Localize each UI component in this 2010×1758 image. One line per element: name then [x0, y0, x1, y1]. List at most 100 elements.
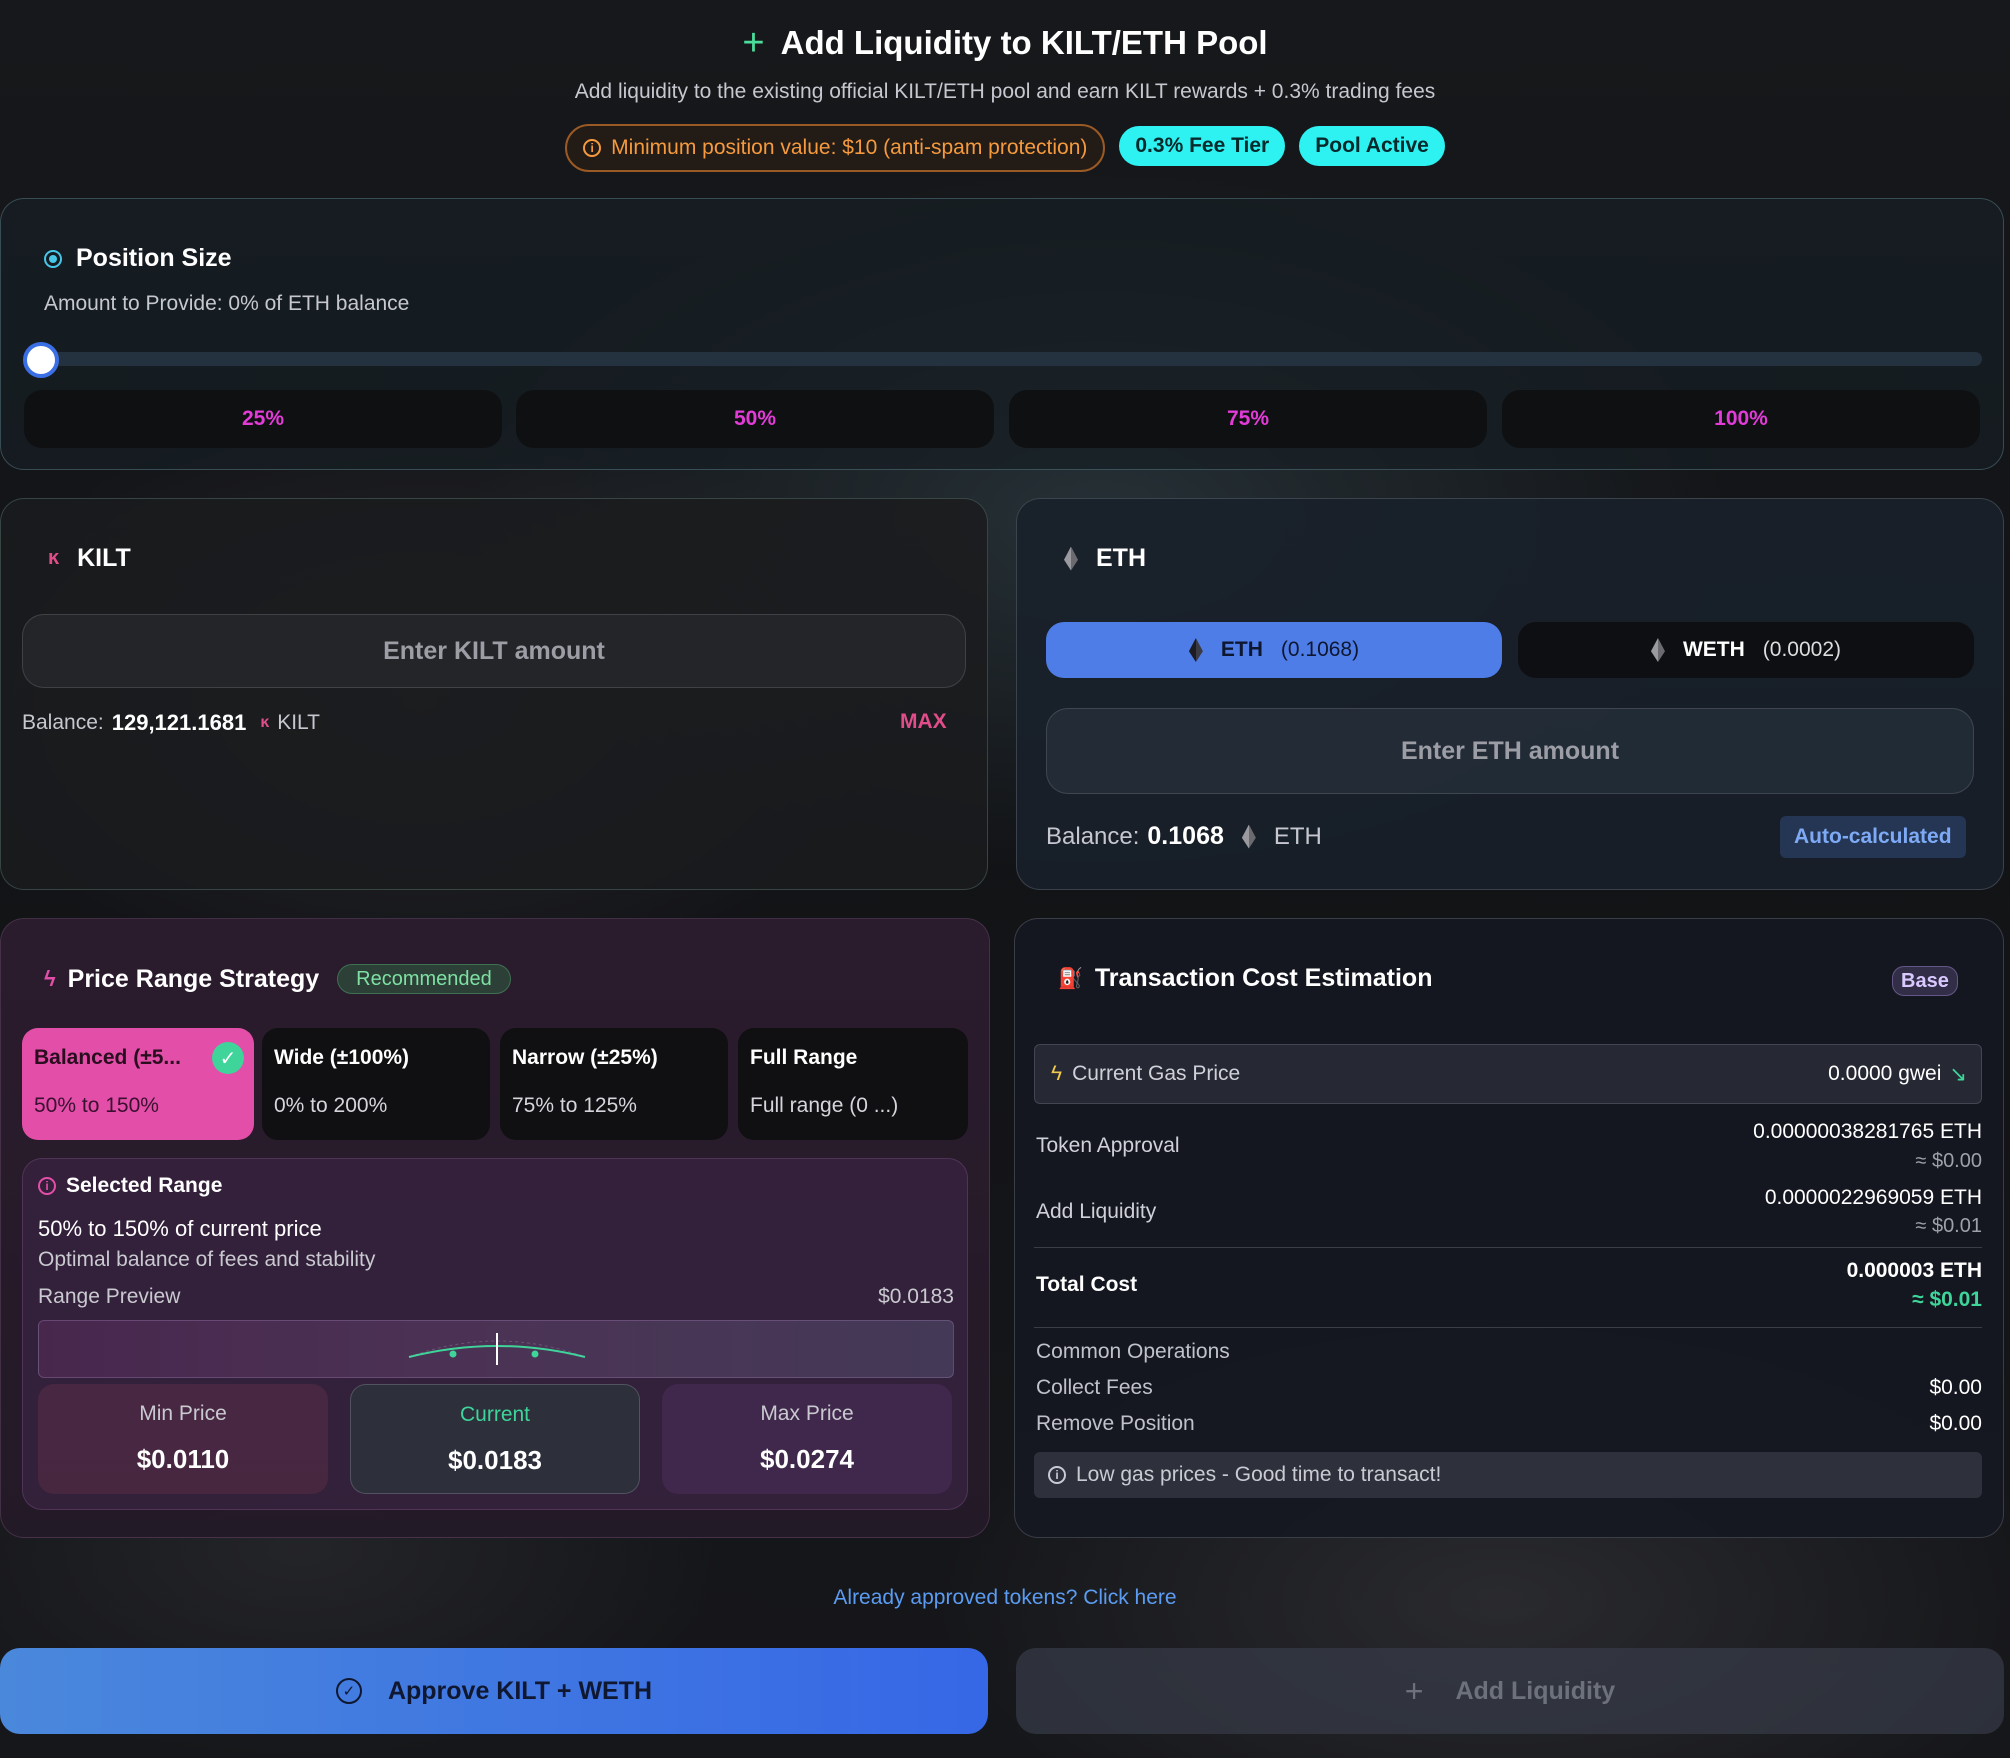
pool-status-badge: Pool Active: [1299, 126, 1445, 166]
range-preview-chart: [38, 1320, 954, 1378]
token-approval-eth: 0.00000038281765 ETH: [1753, 1120, 1982, 1143]
selected-range-line1: 50% to 150% of current price: [38, 1216, 322, 1241]
tab-eth-label: ETH: [1220, 638, 1263, 661]
eth-label: ETH: [1096, 544, 1146, 572]
already-approved-link[interactable]: Already approved tokens? Click here: [0, 1586, 2010, 1610]
add-liquidity-cost-usd: ≈ $0.01: [1915, 1215, 1982, 1237]
min-price-label: Min Price: [139, 1402, 227, 1425]
add-liquidity-button-label: Add Liquidity: [1455, 1676, 1616, 1705]
gas-price-row: ϟ Current Gas Price 0.0000 gwei ↘: [1034, 1044, 1982, 1104]
selected-range-title: i Selected Range: [38, 1174, 222, 1198]
strategy-option-full-range[interactable]: Full Range Full range (0 ...): [738, 1028, 968, 1140]
kilt-balance: Balance: 129,121.1681 ĸ KILT: [22, 710, 320, 736]
tab-weth-label: WETH: [1682, 638, 1745, 661]
strategy-range: 50% to 150%: [34, 1094, 159, 1117]
recommended-badge: Recommended: [337, 964, 511, 994]
add-liquidity-button[interactable]: + Add Liquidity: [1016, 1648, 2004, 1734]
position-slider-track[interactable]: [30, 352, 1982, 366]
gas-price-label-wrap: ϟ Current Gas Price: [1051, 1062, 1240, 1086]
current-price-card: Current $0.0183: [350, 1384, 640, 1494]
kilt-small-icon: ĸ: [260, 714, 270, 731]
network-badge: Base: [1892, 966, 1958, 996]
min-position-text: Minimum position value: $10 (anti-spam p…: [611, 136, 1088, 159]
strategy-name: Balanced (±5...: [34, 1046, 181, 1069]
strategy-name: Narrow (±25%): [512, 1046, 658, 1069]
strategy-option-narrow[interactable]: Narrow (±25%) 75% to 125%: [500, 1028, 728, 1140]
low-gas-text: Low gas prices - Good time to transact!: [1076, 1463, 1442, 1486]
strategy-name: Wide (±100%): [274, 1046, 410, 1069]
eth-balance-value: 0.1068: [1147, 822, 1224, 850]
min-position-notice: i Minimum position value: $10 (anti-spam…: [565, 124, 1106, 172]
eth-balance-unit: ETH: [1273, 822, 1322, 850]
preset-75-button[interactable]: 75%: [1009, 390, 1487, 448]
eth-icon: [1188, 638, 1203, 662]
fuel-icon: ⛽: [1058, 968, 1083, 990]
remove-position-value: $0.00: [1929, 1412, 1982, 1435]
selected-range-title-text: Selected Range: [66, 1174, 223, 1197]
remove-position-label: Remove Position: [1036, 1412, 1195, 1435]
total-cost-label: Total Cost: [1036, 1273, 1138, 1296]
range-preview-curve: [408, 1333, 586, 1365]
strategy-range: 0% to 200%: [274, 1094, 388, 1117]
gas-price-label: Current Gas Price: [1072, 1062, 1241, 1085]
eth-small-icon: [1241, 824, 1256, 849]
info-icon: i: [1048, 1466, 1066, 1484]
max-price-value: $0.0274: [760, 1444, 854, 1474]
tab-weth-count: (0.0002): [1762, 638, 1842, 661]
weth-icon: [1650, 638, 1665, 662]
kilt-balance-label: Balance:: [22, 711, 104, 734]
trending-down-icon: ↘: [1949, 1062, 1967, 1086]
strategy-option-balanced[interactable]: Balanced (±5... 50% to 150% ✓: [22, 1028, 254, 1140]
kilt-panel: [0, 498, 988, 890]
auto-calculated-badge: Auto-calculated: [1780, 816, 1966, 858]
min-price-value: $0.0110: [136, 1444, 230, 1474]
preset-25-button[interactable]: 25%: [24, 390, 502, 448]
tx-cost-title: ⛽ Transaction Cost Estimation: [1058, 964, 1432, 993]
preset-50-button[interactable]: 50%: [516, 390, 994, 448]
range-preview-price: $0.0183: [878, 1285, 954, 1308]
fee-tier-badge: 0.3% Fee Tier: [1119, 126, 1286, 166]
tab-eth-count: (0.1068): [1280, 638, 1360, 661]
eth-logo-icon: [1064, 546, 1078, 571]
lightning-icon: ϟ: [1051, 1062, 1063, 1085]
page-title: + Add Liquidity to KILT/ETH Pool: [0, 18, 2010, 68]
page-subtitle: Add liquidity to the existing official K…: [574, 80, 1436, 103]
current-price-label: Current: [459, 1403, 531, 1426]
kilt-header: ĸ KILT: [48, 544, 131, 573]
total-cost-usd: ≈ $0.01: [1912, 1288, 1982, 1311]
approve-button[interactable]: ✓ Approve KILT + WETH: [0, 1648, 988, 1734]
strategy-option-wide[interactable]: Wide (±100%) 0% to 200%: [262, 1028, 490, 1140]
eth-amount-input[interactable]: Enter ETH amount: [1046, 708, 1974, 794]
gas-price-value-wrap: 0.0000 gwei ↘: [1828, 1062, 1967, 1087]
current-price-value: $0.0183: [448, 1445, 542, 1475]
strategy-range: Full range (0 ...): [750, 1094, 899, 1117]
header-badges: i Minimum position value: $10 (anti-spam…: [0, 124, 2010, 172]
lightning-icon: ϟ: [44, 966, 56, 991]
collect-fees-label: Collect Fees: [1036, 1376, 1153, 1399]
tab-eth[interactable]: ETH (0.1068): [1046, 622, 1502, 678]
check-circle-icon: ✓: [335, 1678, 362, 1704]
strategy-range: 75% to 125%: [512, 1094, 637, 1117]
token-approval-label: Token Approval: [1036, 1134, 1180, 1157]
strategy-name: Full Range: [750, 1046, 858, 1069]
collect-fees-value: $0.00: [1929, 1376, 1982, 1399]
position-amount-text: Amount to Provide: 0% of ETH balance: [44, 292, 410, 315]
add-liquidity-cost-eth: 0.0000022969059 ETH: [1764, 1186, 1982, 1209]
target-icon: [44, 249, 62, 268]
preset-100-button[interactable]: 100%: [1502, 390, 1980, 448]
max-price-card: Max Price $0.0274: [662, 1384, 952, 1494]
position-slider-thumb[interactable]: [23, 342, 59, 378]
kilt-max-button[interactable]: MAX: [900, 710, 947, 734]
price-range-title: ϟ Price Range Strategy Recommended: [44, 964, 511, 994]
max-price-label: Max Price: [760, 1402, 854, 1425]
kilt-amount-input[interactable]: Enter KILT amount: [22, 614, 966, 688]
page-title-text: Add Liquidity to KILT/ETH Pool: [780, 24, 1268, 61]
tx-cost-title-text: Transaction Cost Estimation: [1094, 964, 1433, 992]
common-operations-label: Common Operations: [1036, 1340, 1230, 1363]
info-icon: i: [583, 139, 602, 157]
eth-balance-label: Balance:: [1046, 822, 1140, 850]
low-gas-notice: i Low gas prices - Good time to transact…: [1034, 1452, 1982, 1498]
tab-weth[interactable]: WETH (0.0002): [1518, 622, 1974, 678]
info-icon: i: [38, 1177, 56, 1195]
position-size-title: Position Size: [44, 244, 232, 273]
